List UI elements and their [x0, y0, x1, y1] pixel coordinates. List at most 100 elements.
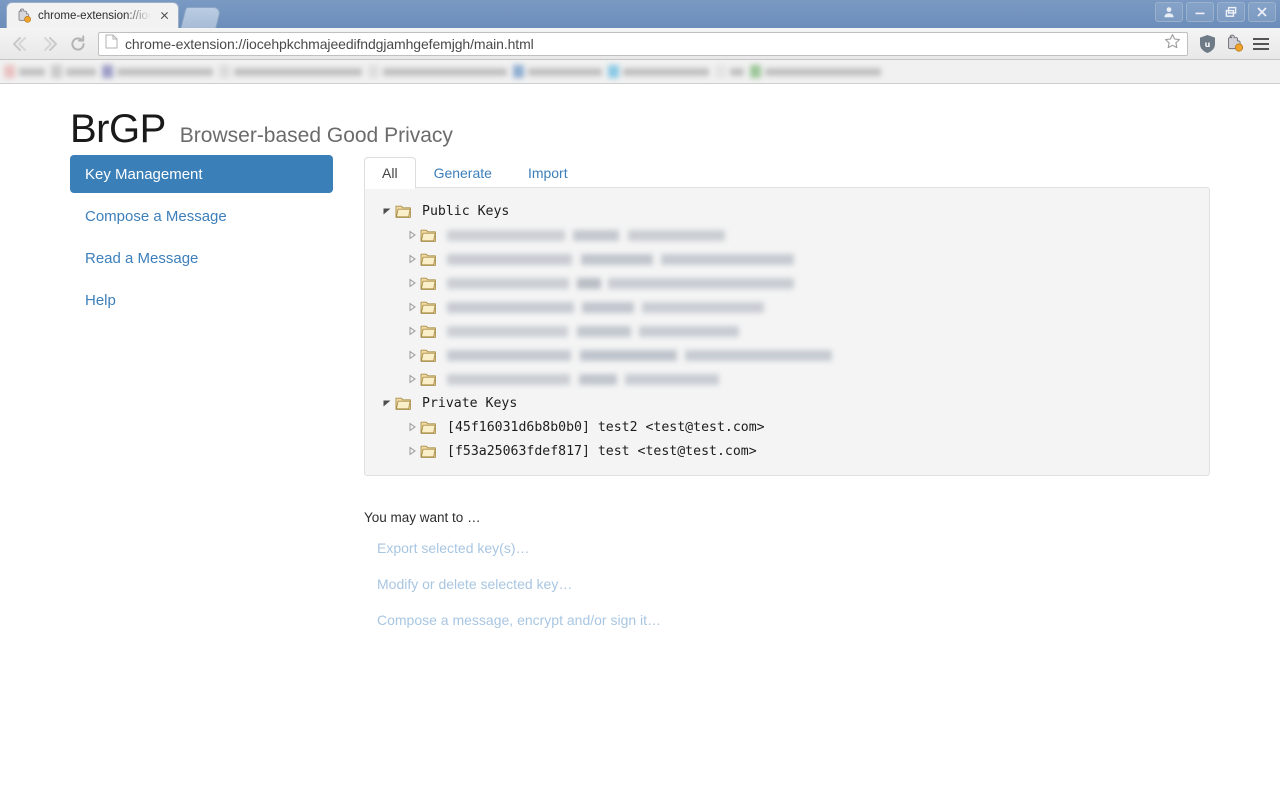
page-content: BrGP Browser-based Good Privacy Key Mana…	[0, 85, 1280, 800]
redacted-segment	[579, 373, 617, 385]
panel-tabs: All Generate Import	[364, 155, 1210, 189]
tab-generate[interactable]: Generate	[416, 157, 510, 189]
redacted-segment	[447, 229, 565, 241]
tab-import[interactable]: Import	[510, 157, 586, 189]
browser-titlebar: chrome-extension://ioc	[0, 0, 1280, 28]
triangle-right-icon[interactable]	[404, 374, 420, 384]
triangle-down-icon[interactable]	[379, 398, 395, 408]
tree-key-item[interactable]	[365, 223, 1209, 247]
tree-key-item[interactable]: [45f16031d6b8b0b0] test2 <test@test.com>	[365, 415, 1209, 439]
redacted-segment	[568, 326, 577, 337]
address-bar[interactable]: chrome-extension://iocehpkchmajeedifndgj…	[98, 31, 1188, 56]
sidebar-item-label: Compose a Message	[85, 207, 227, 225]
sidebar-item-read-a-message[interactable]: Read a Message	[70, 239, 333, 277]
star-icon[interactable]	[1164, 33, 1181, 55]
suggestion-link[interactable]: Modify or delete selected key…	[377, 576, 661, 592]
suggestion-link[interactable]: Compose a message, encrypt and/or sign i…	[377, 612, 661, 628]
triangle-right-icon[interactable]	[404, 446, 420, 456]
folder-icon	[420, 347, 439, 363]
new-tab-icon[interactable]	[180, 7, 222, 28]
tab-label: All	[382, 165, 398, 181]
minimize-icon[interactable]	[1186, 2, 1214, 22]
redacted-segment	[677, 350, 685, 361]
forward-arrow-icon[interactable]	[35, 30, 63, 58]
triangle-right-icon[interactable]	[404, 254, 420, 264]
tree-key-label-redacted	[447, 349, 832, 361]
bookmark-item[interactable]	[715, 63, 744, 81]
bookmark-label	[66, 67, 96, 76]
brand-tagline: Browser-based Good Privacy	[179, 124, 453, 147]
bookmark-favicon	[102, 65, 113, 78]
bookmark-label	[528, 67, 602, 76]
sidebar-item-key-management[interactable]: Key Management	[70, 155, 333, 193]
triangle-right-icon[interactable]	[404, 230, 420, 240]
folder-icon	[420, 419, 439, 435]
triangle-right-icon[interactable]	[404, 302, 420, 312]
tree-key-item[interactable]	[365, 343, 1209, 367]
folder-icon	[420, 227, 439, 243]
key-panel-wrapper: All Generate Import Public Keys Private Key…	[364, 155, 1210, 476]
window-close-icon[interactable]	[1248, 2, 1276, 22]
bookmark-item[interactable]	[219, 63, 362, 81]
sidebar-item-compose-a-message[interactable]: Compose a Message	[70, 197, 333, 235]
redacted-segment	[574, 302, 582, 313]
tree-key-item[interactable]	[365, 319, 1209, 343]
bookmark-item[interactable]	[102, 63, 213, 81]
maximize-restore-icon[interactable]	[1217, 2, 1245, 22]
bookmark-item[interactable]	[513, 63, 602, 81]
triangle-right-icon[interactable]	[404, 422, 420, 432]
bookmark-item[interactable]	[608, 63, 709, 81]
tab-all[interactable]: All	[364, 157, 416, 189]
bookmark-item[interactable]	[4, 63, 45, 81]
triangle-right-icon[interactable]	[404, 326, 420, 336]
tree-key-item[interactable]	[365, 367, 1209, 391]
tree-key-label: [f53a25063fdef817] test <test@test.com>	[447, 443, 757, 459]
browser-tab[interactable]: chrome-extension://ioc	[6, 2, 179, 28]
triangle-right-icon[interactable]	[404, 278, 420, 288]
tree-group-label: Private Keys	[422, 395, 518, 411]
bookmark-favicon	[219, 65, 230, 78]
bookmark-item[interactable]	[368, 63, 507, 81]
bookmarks-bar	[0, 60, 1280, 84]
bookmark-label	[765, 67, 881, 76]
tree-key-item[interactable]	[365, 271, 1209, 295]
redacted-segment	[447, 325, 568, 337]
triangle-right-icon[interactable]	[404, 350, 420, 360]
redacted-segment	[617, 374, 625, 385]
tree-key-item[interactable]	[365, 247, 1209, 271]
bookmark-label	[623, 67, 709, 76]
close-icon[interactable]	[157, 8, 172, 23]
redacted-segment	[573, 229, 619, 241]
bookmark-favicon	[715, 65, 726, 78]
suggestion-link[interactable]: Export selected key(s)…	[377, 540, 661, 556]
person-icon[interactable]	[1155, 2, 1183, 22]
tree-group-public-keys[interactable]: Public Keys	[365, 199, 1209, 223]
svg-text:u: u	[1204, 40, 1210, 49]
suggestions-title: You may want to …	[364, 510, 481, 525]
redacted-segment	[569, 278, 577, 289]
bookmark-item[interactable]	[51, 63, 96, 81]
back-arrow-icon[interactable]	[6, 30, 34, 58]
page-document-icon	[105, 34, 118, 54]
sidebar-item-help[interactable]: Help	[70, 281, 333, 319]
tree-group-private-keys[interactable]: Private Keys	[365, 391, 1209, 415]
reload-icon[interactable]	[64, 30, 92, 58]
redacted-segment	[631, 326, 639, 337]
redacted-segment	[447, 253, 572, 265]
redacted-segment	[571, 350, 580, 361]
bookmark-label	[19, 67, 45, 76]
redacted-segment	[447, 277, 569, 289]
bookmark-item[interactable]	[750, 63, 881, 81]
tree-key-item[interactable]	[365, 295, 1209, 319]
extension-puzzle-icon[interactable]	[1221, 31, 1247, 57]
hamburger-menu-icon[interactable]	[1248, 31, 1274, 57]
redacted-segment	[447, 373, 570, 385]
browser-tabstrip: chrome-extension://ioc	[0, 0, 222, 28]
tree-key-item[interactable]: [f53a25063fdef817] test <test@test.com>	[365, 439, 1209, 463]
key-tree-panel: Public Keys Private Keys [45f16031d6b8b0b0…	[364, 187, 1210, 476]
shield-icon[interactable]: u	[1194, 31, 1220, 57]
triangle-down-icon[interactable]	[379, 206, 395, 216]
redacted-segment	[661, 253, 794, 265]
sidebar: Key Management Compose a Message Read a Me…	[70, 155, 333, 323]
tree-key-label-redacted	[447, 229, 725, 241]
